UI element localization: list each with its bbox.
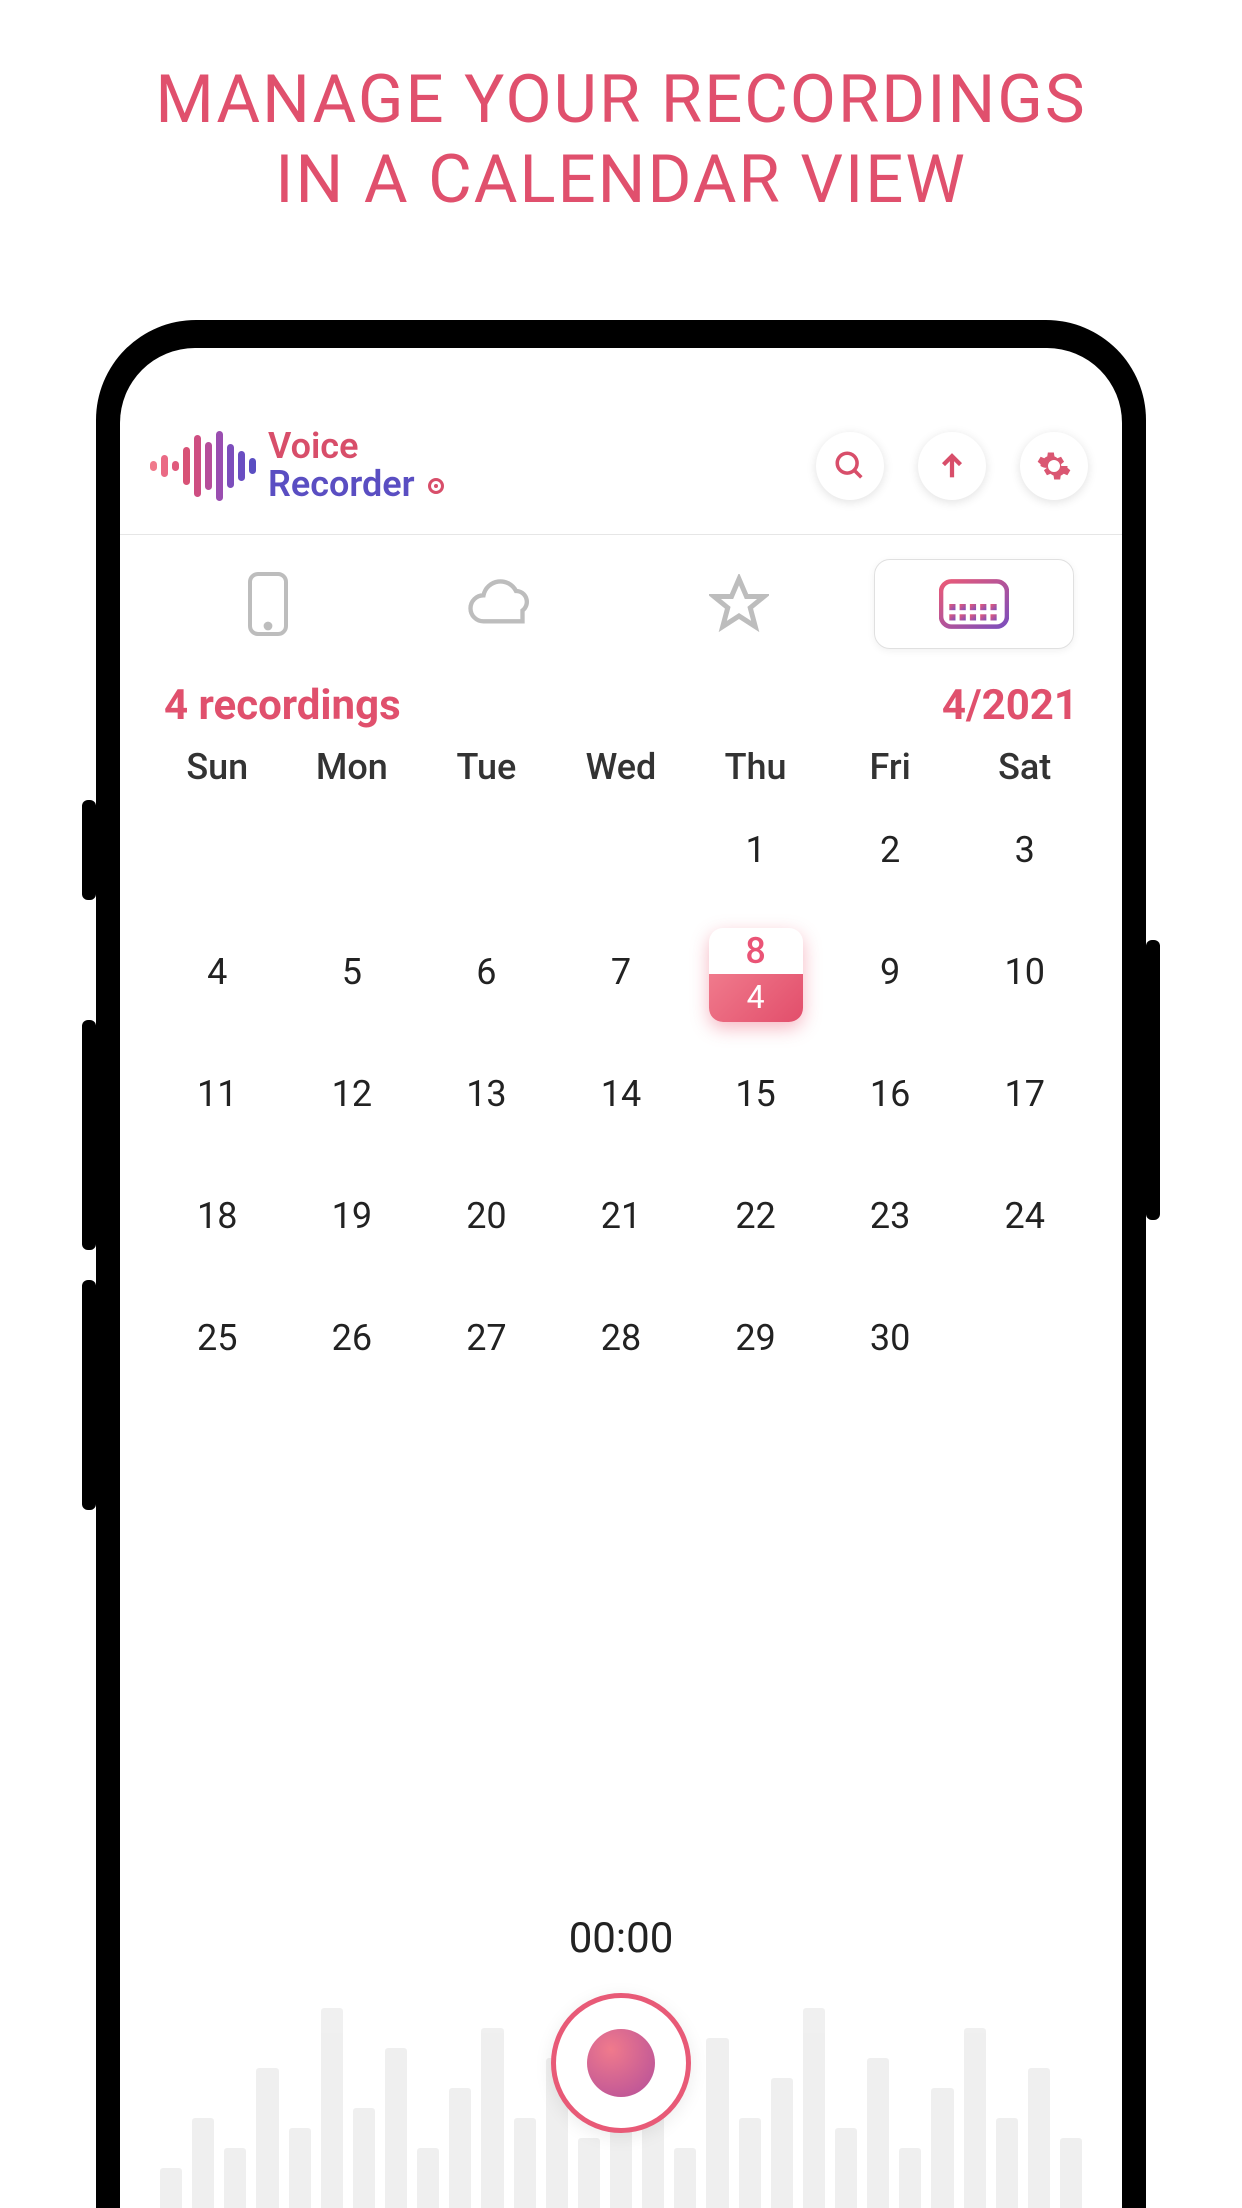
calendar-day-cell[interactable]: 23 (823, 1176, 958, 1256)
app-logo: Voice Recorder (150, 428, 444, 504)
app-screen: Voice Recorder (120, 348, 1122, 2208)
phone-side-button (82, 1020, 96, 1250)
calendar-day-cell[interactable]: 14 (554, 1054, 689, 1134)
calendar-day-cell[interactable]: 29 (688, 1298, 823, 1378)
month-label[interactable]: 4/2021 (942, 681, 1078, 730)
calendar-day-cell[interactable]: 4 (150, 932, 285, 1012)
recorder-bar: 00:00 (120, 1908, 1122, 2208)
selected-day-count: 4 (709, 974, 803, 1022)
upload-icon (935, 449, 969, 483)
promo-title: MANAGE YOUR RECORDINGS IN A CALENDAR VIE… (0, 0, 1242, 221)
calendar-day-cell[interactable]: 6 (419, 932, 554, 1012)
calendar-day-cell[interactable]: 18 (150, 1176, 285, 1256)
calendar-icon (939, 579, 1009, 629)
selected-day-number: 8 (709, 928, 803, 974)
calendar-grid: 1234567849101112131415161718192021222324… (120, 796, 1122, 1378)
calendar-empty-cell (285, 810, 420, 890)
weekday-label: Wed (554, 746, 689, 788)
calendar-day-cell[interactable]: 1 (688, 810, 823, 890)
calendar-day-cell[interactable]: 30 (823, 1298, 958, 1378)
calendar-day-cell[interactable]: 10 (957, 932, 1092, 1012)
weekday-label: Sun (150, 746, 285, 788)
record-dot-icon (428, 478, 444, 494)
weekday-label: Thu (688, 746, 823, 788)
phone-frame: Voice Recorder (96, 320, 1146, 2208)
recordings-count: 4 recordings (164, 681, 401, 730)
calendar-subheader: 4 recordings 4/2021 (120, 661, 1122, 740)
tab-device[interactable] (168, 559, 368, 649)
header-actions (816, 432, 1088, 500)
phone-icon (244, 569, 292, 639)
calendar-day-cell[interactable]: 24 (957, 1176, 1092, 1256)
calendar-day-cell[interactable]: 9 (823, 932, 958, 1012)
calendar-day-cell[interactable]: 7 (554, 932, 689, 1012)
app-header: Voice Recorder (120, 418, 1122, 535)
promo-line1: MANAGE YOUR RECORDINGS (0, 60, 1242, 140)
calendar-day-cell[interactable]: 19 (285, 1176, 420, 1256)
calendar-day-cell[interactable]: 13 (419, 1054, 554, 1134)
search-icon (833, 449, 867, 483)
calendar-day-cell[interactable]: 84 (688, 932, 823, 1012)
calendar-empty-cell (419, 810, 554, 890)
tab-cloud[interactable] (403, 559, 603, 649)
view-tabs (120, 535, 1122, 661)
calendar-day-cell[interactable]: 12 (285, 1054, 420, 1134)
calendar-day-cell[interactable]: 27 (419, 1298, 554, 1378)
weekday-label: Fri (823, 746, 958, 788)
cloud-icon (464, 578, 542, 630)
logo-text-line1: Voice (268, 428, 444, 466)
selected-day-badge[interactable]: 84 (709, 928, 803, 1022)
calendar-day-cell[interactable]: 2 (823, 810, 958, 890)
calendar-day-cell[interactable]: 22 (688, 1176, 823, 1256)
promo-line2: IN A CALENDAR VIEW (0, 140, 1242, 220)
calendar-day-cell[interactable]: 5 (285, 932, 420, 1012)
calendar-day-cell[interactable]: 11 (150, 1054, 285, 1134)
weekday-row: SunMonTueWedThuFriSat (120, 740, 1122, 796)
weekday-label: Sat (957, 746, 1092, 788)
calendar-day-cell[interactable]: 15 (688, 1054, 823, 1134)
search-button[interactable] (816, 432, 884, 500)
calendar-day-cell[interactable]: 21 (554, 1176, 689, 1256)
calendar-day-cell[interactable]: 16 (823, 1054, 958, 1134)
weekday-label: Mon (285, 746, 420, 788)
calendar-day-cell[interactable]: 20 (419, 1176, 554, 1256)
tab-favorites[interactable] (639, 559, 839, 649)
upload-button[interactable] (918, 432, 986, 500)
waveform-icon (150, 431, 256, 501)
calendar-empty-cell (554, 810, 689, 890)
record-button-dot-icon (587, 2029, 655, 2097)
calendar-day-cell[interactable]: 28 (554, 1298, 689, 1378)
timer-display: 00:00 (569, 1914, 674, 1963)
calendar-empty-cell (150, 810, 285, 890)
star-icon (709, 574, 769, 634)
phone-side-button (82, 800, 96, 900)
phone-side-button (1146, 940, 1160, 1220)
calendar-day-cell[interactable]: 17 (957, 1054, 1092, 1134)
logo-text: Voice Recorder (268, 428, 444, 504)
phone-side-button (82, 1280, 96, 1510)
logo-text-line2: Recorder (268, 463, 415, 505)
tab-calendar[interactable] (874, 559, 1074, 649)
record-button[interactable] (551, 1993, 691, 2133)
calendar-day-cell[interactable]: 25 (150, 1298, 285, 1378)
settings-button[interactable] (1020, 432, 1088, 500)
weekday-label: Tue (419, 746, 554, 788)
calendar-day-cell[interactable]: 3 (957, 810, 1092, 890)
calendar-day-cell[interactable]: 26 (285, 1298, 420, 1378)
gear-icon (1036, 448, 1072, 484)
